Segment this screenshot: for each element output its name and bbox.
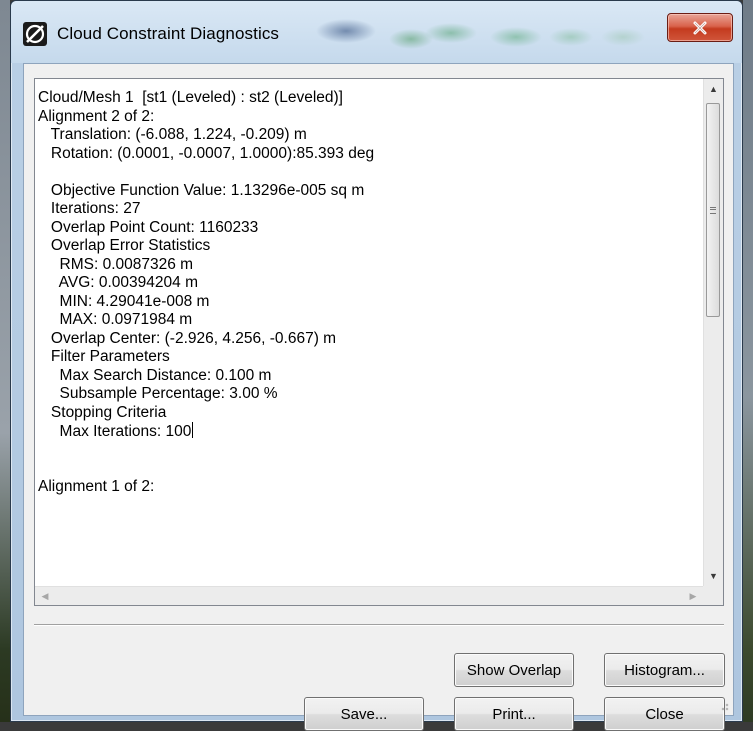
close-window-button[interactable]: [667, 13, 733, 42]
diagnostics-line: Stopping Criteria: [38, 403, 167, 421]
horizontal-scrollbar[interactable]: ◀ ▶: [35, 586, 703, 605]
diagnostics-line: Rotation: (0.0001, -0.0007, 1.0000):85.3…: [38, 144, 375, 162]
show-overlap-button[interactable]: Show Overlap: [454, 653, 574, 687]
scroll-down-icon[interactable]: ▼: [704, 566, 723, 586]
divider: [34, 624, 724, 626]
diagnostics-line: Cloud/Mesh 1 [st1 (Leveled) : st2 (Level…: [38, 89, 343, 106]
diagnostics-line: [38, 459, 703, 478]
desktop-background-right: [743, 0, 753, 722]
diagnostics-line: Filter Parameters: [38, 348, 170, 365]
dialog-window: Cloud Constraint Diagnostics Cloud/Mesh …: [10, 0, 743, 731]
diagnostics-line: RMS: 0.0087326 m: [38, 255, 194, 273]
close-icon: [693, 21, 707, 34]
diagnostics-text-box[interactable]: Cloud/Mesh 1 [st1 (Leveled) : st2 (Level…: [34, 78, 724, 606]
vertical-scroll-thumb[interactable]: [706, 103, 720, 317]
diagnostics-line: Alignment 1 of 2:: [38, 477, 155, 495]
scrollbar-corner: [703, 586, 723, 605]
diagnostics-line: MAX: 0.0971984 m: [38, 311, 193, 328]
close-button[interactable]: Close: [604, 697, 725, 731]
scroll-up-icon[interactable]: ▲: [704, 79, 723, 99]
diagnostics-line: Iterations: 27: [38, 200, 141, 217]
scroll-right-icon[interactable]: ▶: [683, 587, 703, 605]
diagnostics-line: Translation: (-6.088, 1.224, -0.209) m: [38, 126, 307, 143]
diagnostics-line: Overlap Center: (-2.926, 4.256, -0.667) …: [38, 329, 337, 347]
diagnostics-line: Objective Function Value: 1.13296e-005 s…: [38, 181, 365, 199]
window-title: Cloud Constraint Diagnostics: [57, 24, 280, 43]
diagnostics-line: Max Iterations: 100: [38, 423, 192, 440]
diagnostics-line: [38, 441, 703, 460]
print-button[interactable]: Print...: [454, 697, 574, 731]
save-button[interactable]: Save...: [304, 697, 424, 731]
text-caret: [192, 422, 194, 438]
histogram-button[interactable]: Histogram...: [604, 653, 725, 687]
diagnostics-line: Overlap Point Count: 1160233: [38, 218, 259, 236]
diagnostics-line: AVG: 0.00394204 m: [38, 274, 198, 291]
title-bar[interactable]: Cloud Constraint Diagnostics: [11, 1, 742, 63]
dialog-client-area: Cloud/Mesh 1 [st1 (Leveled) : st2 (Level…: [23, 63, 734, 731]
resize-grip-icon[interactable]: [719, 701, 729, 711]
desktop-background-left: [0, 0, 10, 722]
scroll-left-icon[interactable]: ◀: [35, 587, 55, 605]
cyclone-logo-icon: [22, 21, 48, 47]
diagnostics-text[interactable]: Cloud/Mesh 1 [st1 (Leveled) : st2 (Level…: [35, 79, 703, 586]
diagnostics-line: MIN: 4.29041e-008 m: [38, 292, 210, 310]
scroll-grip-icon: [710, 206, 716, 214]
diagnostics-line: Overlap Error Statistics: [38, 237, 211, 254]
diagnostics-line: Subsample Percentage: 3.00 %: [38, 385, 278, 402]
diagnostics-line: Max Search Distance: 0.100 m: [38, 366, 272, 384]
diagnostics-line: [38, 163, 703, 182]
diagnostics-line: Alignment 2 of 2:: [38, 107, 155, 125]
vertical-scrollbar[interactable]: ▲ ▼: [703, 79, 723, 586]
